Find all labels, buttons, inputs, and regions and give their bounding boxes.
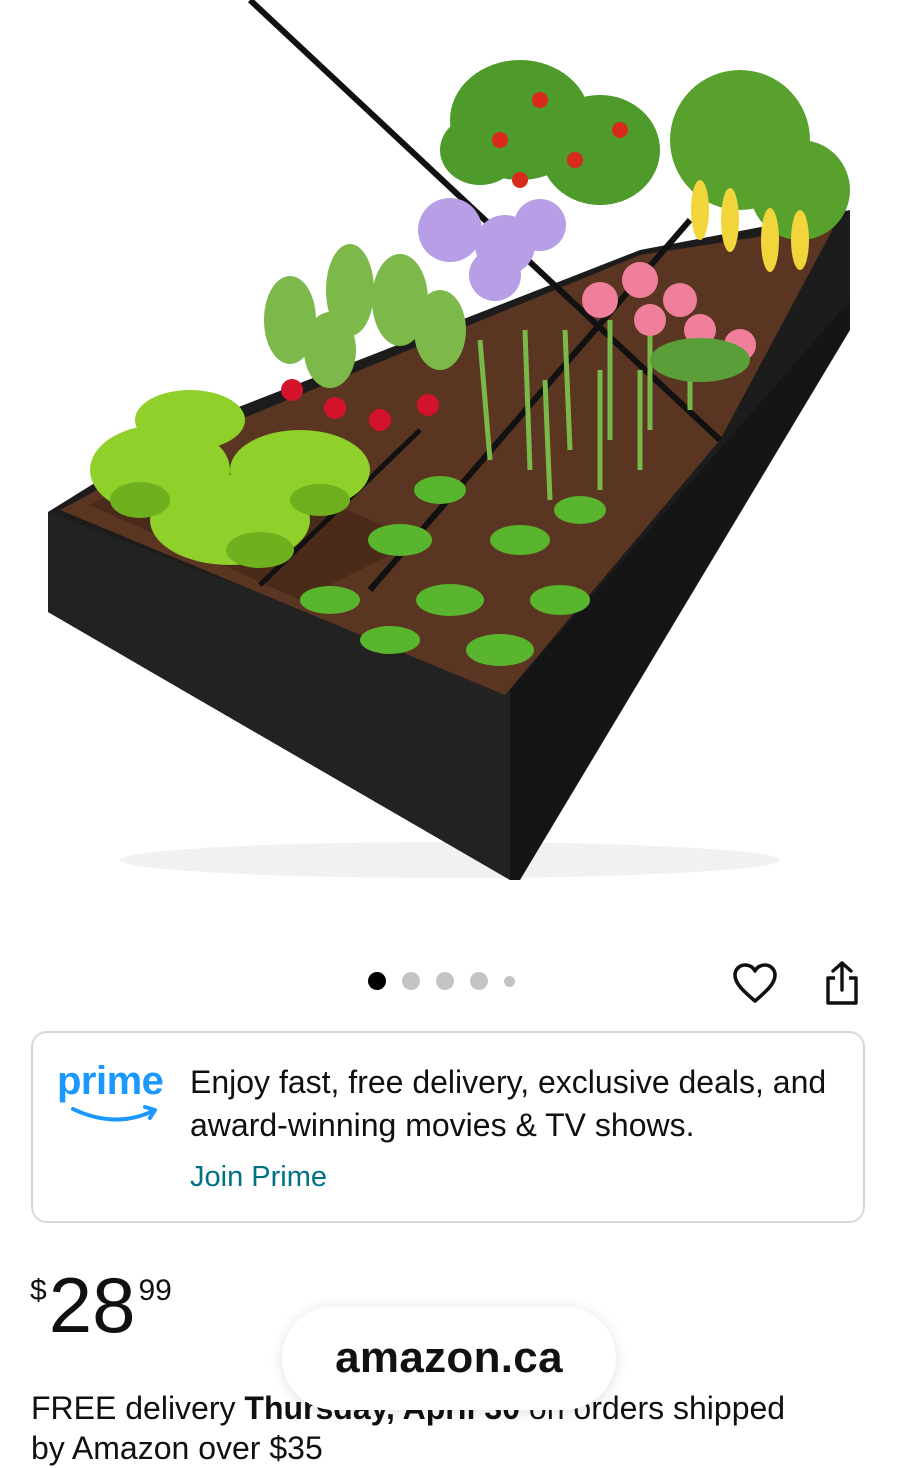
carousel-dot[interactable] <box>504 975 515 987</box>
product-price: $ 28 99 <box>30 1262 172 1348</box>
browser-url-pill[interactable]: amazon.ca <box>282 1306 616 1410</box>
price-currency-symbol: $ <box>30 1274 47 1307</box>
carousel-dot[interactable] <box>436 972 454 990</box>
delivery-info-line2: by Amazon over $35 <box>31 1430 323 1466</box>
carousel-dot[interactable] <box>470 972 488 990</box>
delivery-prefix: FREE delivery <box>31 1390 245 1426</box>
image-carousel-dots[interactable] <box>368 972 515 990</box>
share-button[interactable] <box>814 955 870 1011</box>
price-whole: 28 <box>48 1261 136 1349</box>
carousel-dot-active[interactable] <box>368 972 386 990</box>
prime-logo-text: prime <box>57 1059 164 1103</box>
share-icon <box>826 961 858 1005</box>
join-prime-link[interactable]: Join Prime <box>190 1161 327 1194</box>
product-image[interactable] <box>0 0 899 940</box>
price-fraction: 99 <box>138 1274 172 1307</box>
add-to-wishlist-button[interactable] <box>727 955 783 1011</box>
prime-smile-icon <box>71 1105 157 1122</box>
heart-icon <box>733 963 777 1003</box>
prime-promo-card: prime Enjoy fast, free delivery, exclusi… <box>31 1031 865 1223</box>
prime-logo: prime <box>57 1059 169 1139</box>
prime-description: Enjoy fast, free delivery, exclusive dea… <box>190 1064 827 1143</box>
carousel-dot[interactable] <box>402 972 420 990</box>
